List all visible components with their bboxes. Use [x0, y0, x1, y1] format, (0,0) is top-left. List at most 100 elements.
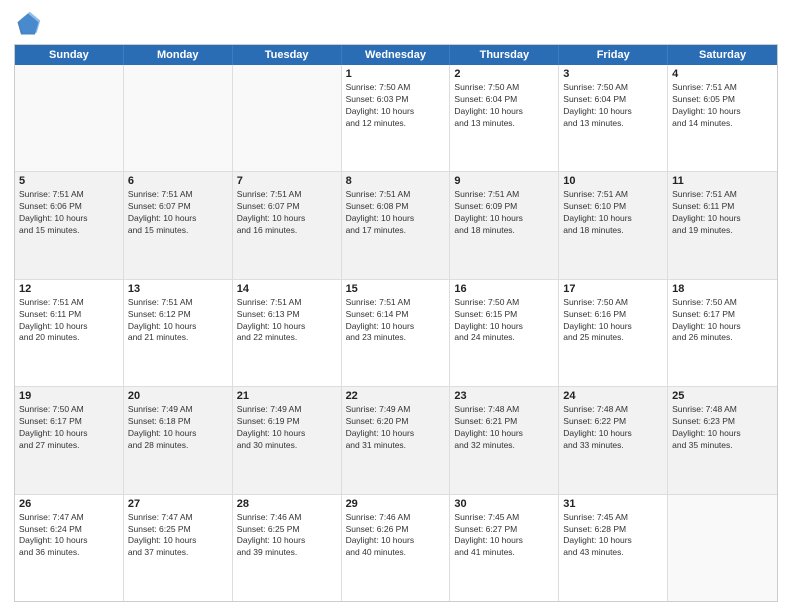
day-number: 31 [563, 498, 663, 510]
day-number: 19 [19, 390, 119, 402]
day-info: Sunrise: 7:51 AM Sunset: 6:13 PM Dayligh… [237, 297, 337, 345]
day-number: 21 [237, 390, 337, 402]
day-number: 8 [346, 175, 446, 187]
day-number: 12 [19, 283, 119, 295]
day-number: 6 [128, 175, 228, 187]
day-cell: 29Sunrise: 7:46 AM Sunset: 6:26 PM Dayli… [342, 495, 451, 601]
day-info: Sunrise: 7:50 AM Sunset: 6:04 PM Dayligh… [563, 82, 663, 130]
day-info: Sunrise: 7:46 AM Sunset: 6:26 PM Dayligh… [346, 512, 446, 560]
day-cell [15, 65, 124, 171]
day-number: 4 [672, 68, 773, 80]
day-cell: 22 Sunrise: 7:49 AM Sunset: 6:20 PM Dayli… [342, 387, 451, 493]
day-cell: 6 Sunrise: 7:51 AM Sunset: 6:07 PM Daylig… [124, 172, 233, 278]
day-cell: 16Sunrise: 7:50 AM Sunset: 6:15 PM Dayli… [450, 280, 559, 386]
day-cell [233, 65, 342, 171]
day-cell: 21 Sunrise: 7:49 AM Sunset: 6:19 PM Dayli… [233, 387, 342, 493]
day-header-monday: Monday [124, 45, 233, 65]
day-info: Sunrise: 7:50 AM Sunset: 6:04 PM Dayligh… [454, 82, 554, 130]
day-header-wednesday: Wednesday [342, 45, 451, 65]
day-header-tuesday: Tuesday [233, 45, 342, 65]
day-number: 22 [346, 390, 446, 402]
day-cell: 8 Sunrise: 7:51 AM Sunset: 6:08 PM Daylig… [342, 172, 451, 278]
day-number: 18 [672, 283, 773, 295]
day-cell: 13Sunrise: 7:51 AM Sunset: 6:12 PM Dayli… [124, 280, 233, 386]
day-cell: 25 Sunrise: 7:48 AM Sunset: 6:23 PM Dayli… [668, 387, 777, 493]
day-info: Sunrise: 7:50 AM Sunset: 6:03 PM Dayligh… [346, 82, 446, 130]
day-number: 26 [19, 498, 119, 510]
day-number: 7 [237, 175, 337, 187]
logo-icon [14, 10, 42, 38]
day-info: Sunrise: 7:50 AM Sunset: 6:15 PM Dayligh… [454, 297, 554, 345]
day-cell: 27 Sunrise: 7:47 AM Sunset: 6:25 PM Dayli… [124, 495, 233, 601]
day-cell: 15 Sunrise: 7:51 AM Sunset: 6:14 PM Dayli… [342, 280, 451, 386]
day-number: 24 [563, 390, 663, 402]
week-row-1: 5Sunrise: 7:51 AM Sunset: 6:06 PM Daylig… [15, 172, 777, 279]
day-cell: 31 Sunrise: 7:45 AM Sunset: 6:28 PM Dayli… [559, 495, 668, 601]
day-cell: 20 Sunrise: 7:49 AM Sunset: 6:18 PM Dayli… [124, 387, 233, 493]
day-cell: 12 Sunrise: 7:51 AM Sunset: 6:11 PM Dayli… [15, 280, 124, 386]
day-number: 20 [128, 390, 228, 402]
day-info: Sunrise: 7:47 AM Sunset: 6:25 PM Dayligh… [128, 512, 228, 560]
day-number: 9 [454, 175, 554, 187]
calendar-body: 1Sunrise: 7:50 AM Sunset: 6:03 PM Daylig… [15, 65, 777, 601]
day-cell: 19 Sunrise: 7:50 AM Sunset: 6:17 PM Dayli… [15, 387, 124, 493]
day-cell: 18 Sunrise: 7:50 AM Sunset: 6:17 PM Dayli… [668, 280, 777, 386]
day-number: 3 [563, 68, 663, 80]
day-info: Sunrise: 7:51 AM Sunset: 6:07 PM Dayligh… [128, 189, 228, 237]
day-cell: 14Sunrise: 7:51 AM Sunset: 6:13 PM Dayli… [233, 280, 342, 386]
day-cell: 2 Sunrise: 7:50 AM Sunset: 6:04 PM Daylig… [450, 65, 559, 171]
day-number: 2 [454, 68, 554, 80]
day-info: Sunrise: 7:47 AM Sunset: 6:24 PM Dayligh… [19, 512, 119, 560]
day-info: Sunrise: 7:48 AM Sunset: 6:23 PM Dayligh… [672, 404, 773, 452]
day-cell: 9Sunrise: 7:51 AM Sunset: 6:09 PM Daylig… [450, 172, 559, 278]
day-number: 27 [128, 498, 228, 510]
day-number: 10 [563, 175, 663, 187]
day-info: Sunrise: 7:50 AM Sunset: 6:17 PM Dayligh… [672, 297, 773, 345]
day-headers-row: SundayMondayTuesdayWednesdayThursdayFrid… [15, 45, 777, 65]
day-header-saturday: Saturday [668, 45, 777, 65]
day-header-thursday: Thursday [450, 45, 559, 65]
day-cell: 1Sunrise: 7:50 AM Sunset: 6:03 PM Daylig… [342, 65, 451, 171]
day-info: Sunrise: 7:49 AM Sunset: 6:18 PM Dayligh… [128, 404, 228, 452]
day-number: 15 [346, 283, 446, 295]
day-cell [124, 65, 233, 171]
header [14, 10, 778, 38]
day-info: Sunrise: 7:46 AM Sunset: 6:25 PM Dayligh… [237, 512, 337, 560]
day-number: 25 [672, 390, 773, 402]
day-cell: 7Sunrise: 7:51 AM Sunset: 6:07 PM Daylig… [233, 172, 342, 278]
day-cell: 5Sunrise: 7:51 AM Sunset: 6:06 PM Daylig… [15, 172, 124, 278]
week-row-4: 26 Sunrise: 7:47 AM Sunset: 6:24 PM Dayli… [15, 495, 777, 601]
week-row-2: 12 Sunrise: 7:51 AM Sunset: 6:11 PM Dayli… [15, 280, 777, 387]
day-info: Sunrise: 7:49 AM Sunset: 6:20 PM Dayligh… [346, 404, 446, 452]
day-number: 11 [672, 175, 773, 187]
day-cell: 3 Sunrise: 7:50 AM Sunset: 6:04 PM Daylig… [559, 65, 668, 171]
day-header-sunday: Sunday [15, 45, 124, 65]
day-info: Sunrise: 7:51 AM Sunset: 6:11 PM Dayligh… [19, 297, 119, 345]
logo [14, 10, 45, 38]
day-cell: 10Sunrise: 7:51 AM Sunset: 6:10 PM Dayli… [559, 172, 668, 278]
day-info: Sunrise: 7:48 AM Sunset: 6:21 PM Dayligh… [454, 404, 554, 452]
day-info: Sunrise: 7:51 AM Sunset: 6:14 PM Dayligh… [346, 297, 446, 345]
day-cell: 11Sunrise: 7:51 AM Sunset: 6:11 PM Dayli… [668, 172, 777, 278]
page: SundayMondayTuesdayWednesdayThursdayFrid… [0, 0, 792, 612]
day-cell: 30 Sunrise: 7:45 AM Sunset: 6:27 PM Dayli… [450, 495, 559, 601]
day-number: 30 [454, 498, 554, 510]
day-cell [668, 495, 777, 601]
calendar: SundayMondayTuesdayWednesdayThursdayFrid… [14, 44, 778, 602]
day-info: Sunrise: 7:48 AM Sunset: 6:22 PM Dayligh… [563, 404, 663, 452]
day-number: 28 [237, 498, 337, 510]
day-header-friday: Friday [559, 45, 668, 65]
week-row-0: 1Sunrise: 7:50 AM Sunset: 6:03 PM Daylig… [15, 65, 777, 172]
day-info: Sunrise: 7:51 AM Sunset: 6:08 PM Dayligh… [346, 189, 446, 237]
day-info: Sunrise: 7:51 AM Sunset: 6:05 PM Dayligh… [672, 82, 773, 130]
week-row-3: 19 Sunrise: 7:50 AM Sunset: 6:17 PM Dayli… [15, 387, 777, 494]
day-info: Sunrise: 7:51 AM Sunset: 6:06 PM Dayligh… [19, 189, 119, 237]
day-cell: 17Sunrise: 7:50 AM Sunset: 6:16 PM Dayli… [559, 280, 668, 386]
day-cell: 4 Sunrise: 7:51 AM Sunset: 6:05 PM Daylig… [668, 65, 777, 171]
day-info: Sunrise: 7:51 AM Sunset: 6:12 PM Dayligh… [128, 297, 228, 345]
day-cell: 24 Sunrise: 7:48 AM Sunset: 6:22 PM Dayli… [559, 387, 668, 493]
day-info: Sunrise: 7:50 AM Sunset: 6:17 PM Dayligh… [19, 404, 119, 452]
day-info: Sunrise: 7:45 AM Sunset: 6:27 PM Dayligh… [454, 512, 554, 560]
day-info: Sunrise: 7:45 AM Sunset: 6:28 PM Dayligh… [563, 512, 663, 560]
day-info: Sunrise: 7:49 AM Sunset: 6:19 PM Dayligh… [237, 404, 337, 452]
